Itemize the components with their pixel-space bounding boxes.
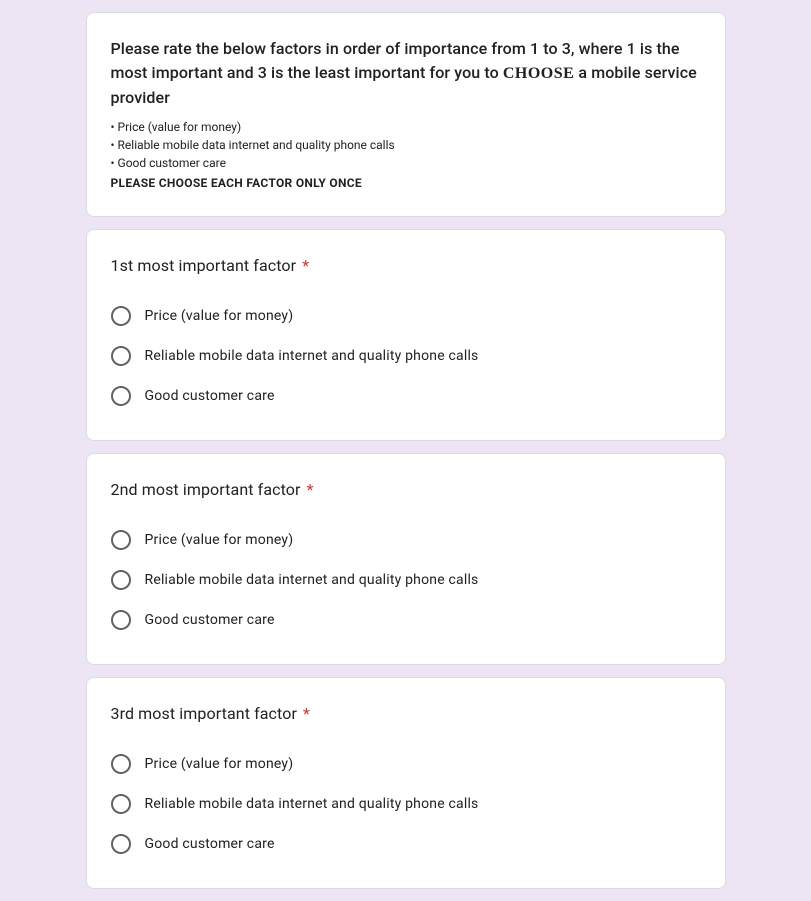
options-group: Price (value for money) Reliable mobile … [111,296,701,416]
required-asterisk: * [307,480,314,499]
options-group: Price (value for money) Reliable mobile … [111,744,701,864]
radio-option[interactable]: Price (value for money) [111,744,701,784]
radio-icon [111,570,131,590]
question-title: 3rd most important factor * [111,702,701,726]
radio-icon [111,346,131,366]
radio-option[interactable]: Price (value for money) [111,520,701,560]
option-label: Price (value for money) [145,756,294,772]
intro-description: • Price (value for money) • Reliable mob… [111,118,701,192]
option-label: Reliable mobile data internet and qualit… [145,348,479,364]
question-title-text: 3rd most important factor [111,704,297,723]
radio-icon [111,530,131,550]
radio-option[interactable]: Reliable mobile data internet and qualit… [111,336,701,376]
radio-option[interactable]: Price (value for money) [111,296,701,336]
option-label: Price (value for money) [145,532,294,548]
radio-option[interactable]: Reliable mobile data internet and qualit… [111,784,701,824]
option-label: Good customer care [145,388,275,404]
intro-bullet: • Good customer care [111,154,701,172]
question-title: 2nd most important factor * [111,478,701,502]
radio-option[interactable]: Good customer care [111,376,701,416]
question-title: 1st most important factor * [111,254,701,278]
radio-icon [111,754,131,774]
intro-title: Please rate the below factors in order o… [111,37,701,110]
radio-icon [111,834,131,854]
option-label: Reliable mobile data internet and qualit… [145,572,479,588]
intro-bullet: • Price (value for money) [111,118,701,136]
option-label: Good customer care [145,836,275,852]
radio-option[interactable]: Good customer care [111,824,701,864]
intro-card: Please rate the below factors in order o… [86,12,726,217]
required-asterisk: * [302,256,309,275]
question-title-text: 1st most important factor [111,256,297,275]
form-container: Please rate the below factors in order o… [86,12,726,901]
intro-strong-note: PLEASE CHOOSE EACH FACTOR ONLY ONCE [111,174,701,192]
intro-title-choose: CHOOSE [503,65,574,82]
option-label: Good customer care [145,612,275,628]
intro-bullet: • Reliable mobile data internet and qual… [111,136,701,154]
question-title-text: 2nd most important factor [111,480,301,499]
radio-icon [111,306,131,326]
required-asterisk: * [303,704,310,723]
option-label: Price (value for money) [145,308,294,324]
question-card-1: 1st most important factor * Price (value… [86,229,726,441]
radio-icon [111,610,131,630]
options-group: Price (value for money) Reliable mobile … [111,520,701,640]
radio-option[interactable]: Reliable mobile data internet and qualit… [111,560,701,600]
question-card-3: 3rd most important factor * Price (value… [86,677,726,889]
question-card-2: 2nd most important factor * Price (value… [86,453,726,665]
radio-icon [111,386,131,406]
option-label: Reliable mobile data internet and qualit… [145,796,479,812]
radio-icon [111,794,131,814]
radio-option[interactable]: Good customer care [111,600,701,640]
